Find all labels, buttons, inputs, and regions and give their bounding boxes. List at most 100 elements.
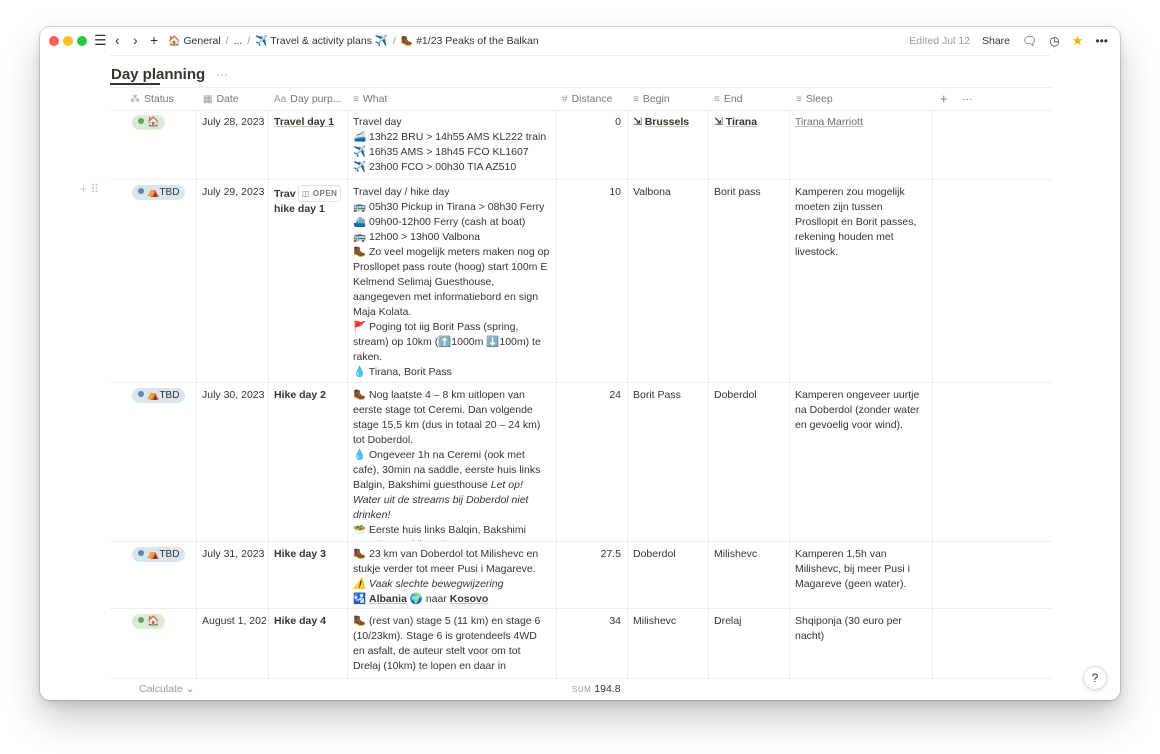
breadcrumb-item-general[interactable]: 🏠 General xyxy=(168,35,221,47)
what-cell[interactable]: Travel day 🚄 13h22 BRU > 14h55 AMS KL222… xyxy=(347,110,556,179)
end-cell[interactable]: ⇲ Tirana xyxy=(708,110,789,179)
end-link[interactable]: Tirana xyxy=(726,116,757,128)
airplane-icon: ✈️ xyxy=(255,36,268,47)
sleep-cell[interactable]: Shqiponja (30 euro per nacht) xyxy=(789,609,932,678)
table-footer: Calculate ⌄ SUM 194.8 xyxy=(110,678,1052,699)
end-cell[interactable]: Doberdol xyxy=(708,383,789,541)
end-cell[interactable]: Milishevc xyxy=(708,542,789,608)
status-cell[interactable]: ⛺TBD xyxy=(126,542,198,608)
column-header-date[interactable]: ▦ Date xyxy=(203,88,263,110)
what-line: 🚌 12h00 > 13h00 Valbona xyxy=(353,231,481,243)
comments-icon[interactable]: 🗨 xyxy=(1022,34,1037,48)
purpose-cell[interactable]: Travel day 1 xyxy=(268,110,347,179)
purpose-cell[interactable]: Hike day 4 xyxy=(268,609,347,678)
share-button[interactable]: Share xyxy=(982,35,1010,47)
albania-link[interactable]: Albania xyxy=(369,593,407,605)
help-button[interactable]: ? xyxy=(1083,666,1107,690)
column-header-end[interactable]: ≡ End xyxy=(714,88,784,110)
begin-link[interactable]: Brussels xyxy=(645,116,689,128)
back-arrow-icon[interactable]: ‹ xyxy=(115,32,120,48)
table-row[interactable]: ⛺TBD July 29, 2023 Travel day 1◫ OPEN hi… xyxy=(110,180,1052,383)
distance-sum[interactable]: SUM 194.8 xyxy=(572,683,621,695)
table-row[interactable]: ⛺TBD July 30, 2023 Hike day 2 🥾 Nog laat… xyxy=(110,383,1052,542)
breadcrumb-item-travel[interactable]: ✈️ Travel & activity plans ✈️ xyxy=(255,35,388,47)
distance-cell[interactable]: 24 xyxy=(556,383,627,541)
zoom-window-button[interactable] xyxy=(77,36,87,46)
column-header-day-purpose[interactable]: Aa Day purp... xyxy=(274,88,344,110)
begin-cell[interactable]: Valbona xyxy=(627,180,708,382)
forward-arrow-icon[interactable]: › xyxy=(133,32,138,48)
column-label: Distance xyxy=(571,93,613,105)
begin-cell[interactable]: Doberdol xyxy=(627,542,708,608)
status-cell[interactable]: ⛺TBD xyxy=(126,180,198,382)
distance-cell[interactable]: 27.5 xyxy=(556,542,627,608)
view-title[interactable]: Day planning xyxy=(111,66,205,83)
new-page-plus-icon[interactable]: + xyxy=(150,32,158,48)
column-header-what[interactable]: ≡ What xyxy=(353,88,543,110)
row-drag-handle-icon[interactable]: + ⠿ xyxy=(80,182,99,196)
purpose-cell[interactable]: Hike day 3 xyxy=(268,542,347,608)
open-peek-button[interactable]: ◫ OPEN xyxy=(298,185,342,202)
what-line: 💧 Tirana, Borit Pass xyxy=(353,366,452,378)
status-cell[interactable]: 🏠 xyxy=(126,110,198,179)
close-window-button[interactable] xyxy=(49,36,59,46)
purpose-cell[interactable]: Hike day 2 xyxy=(268,383,347,541)
begin-cell[interactable]: Milishevc xyxy=(627,609,708,678)
purpose-line: hike day 1 xyxy=(274,203,325,215)
date-cell[interactable]: July 30, 2023 xyxy=(196,383,268,541)
updates-clock-icon[interactable]: ◷ xyxy=(1049,34,1059,48)
column-header-status[interactable]: ⁂ Status xyxy=(130,88,194,110)
table-row[interactable]: 🏠 August 1, 2023 Hike day 4 🥾 (rest van)… xyxy=(110,609,1052,678)
what-cell[interactable]: Travel day / hike day 🚌 05h30 Pickup in … xyxy=(347,180,556,382)
active-view-underline xyxy=(110,83,160,85)
breadcrumb-item-peaks[interactable]: 🥾 #1/23 Peaks of the Balkan xyxy=(401,35,539,47)
begin-cell[interactable]: Borit Pass xyxy=(627,383,708,541)
page-title-link[interactable]: Travel day 1 xyxy=(274,116,334,128)
sleep-cell[interactable]: Kamperen zou mogelijk moeten zijn tussen… xyxy=(789,180,932,382)
breadcrumb-item-ellipsis[interactable]: ... xyxy=(234,35,243,47)
status-cell[interactable]: 🏠 xyxy=(126,609,198,678)
calculate-dropdown[interactable]: Calculate ⌄ xyxy=(139,683,195,695)
breadcrumb-separator: / xyxy=(225,35,229,47)
more-options-icon[interactable]: ••• xyxy=(1095,34,1108,48)
view-more-icon[interactable]: ··· xyxy=(216,67,228,81)
column-header-begin[interactable]: ≡ Begin xyxy=(633,88,703,110)
sidebar-menu-icon[interactable]: ☰ xyxy=(94,32,107,48)
sleep-link[interactable]: Tirana Marriott xyxy=(795,116,863,128)
status-dot xyxy=(138,118,144,124)
date-cell[interactable]: July 29, 2023 xyxy=(196,180,268,382)
begin-cell[interactable]: ⇲ Brussels xyxy=(627,110,708,179)
sleep-cell[interactable]: Kamperen 1,5h van Milishevc, bij meer Pu… xyxy=(789,542,932,608)
what-cell[interactable]: 🥾 (rest van) stage 5 (11 km) en stage 6 … xyxy=(347,609,556,678)
minimize-window-button[interactable] xyxy=(63,36,73,46)
what-line: 🥗 Eerste huis links Balqin, Bakshimi gue… xyxy=(353,524,526,541)
table-row[interactable]: ⛺TBD July 31, 2023 Hike day 3 🥾 23 km va… xyxy=(110,542,1052,609)
column-header-sleep[interactable]: ≡ Sleep xyxy=(796,88,926,110)
end-cell[interactable]: Drelaj xyxy=(708,609,789,678)
status-cell[interactable]: ⛺TBD xyxy=(126,383,198,541)
status-badge: 🏠 xyxy=(132,614,166,629)
column-header-distance[interactable]: # Distance xyxy=(562,88,632,110)
date-cell[interactable]: July 31, 2023 xyxy=(196,542,268,608)
what-line: ⚠️ Vaak slechte bewegwijzering xyxy=(353,578,504,590)
end-cell[interactable]: Borit pass xyxy=(708,180,789,382)
column-more-icon[interactable]: ··· xyxy=(962,88,982,110)
distance-cell[interactable]: 34 xyxy=(556,609,627,678)
what-line: Travel day xyxy=(353,116,402,128)
distance-cell[interactable]: 10 xyxy=(556,180,627,382)
distance-cell[interactable]: 0 xyxy=(556,110,627,179)
what-cell[interactable]: 🥾 Nog laatste 4 – 8 km uitlopen van eers… xyxy=(347,383,556,541)
topbar-divider xyxy=(110,55,1050,56)
date-cell[interactable]: August 1, 2023 xyxy=(196,609,266,678)
what-line: 🥾 23 km van Doberdol tot Milishevc en st… xyxy=(353,548,539,575)
status-label: ⛺TBD xyxy=(147,549,180,560)
sleep-cell[interactable]: Tirana Marriott xyxy=(789,110,932,179)
table-row[interactable]: 🏠 July 28, 2023 Travel day 1 Travel day … xyxy=(110,110,1052,180)
favorite-star-icon[interactable]: ★ xyxy=(1072,33,1084,49)
kosovo-link[interactable]: Kosovo xyxy=(450,593,489,605)
date-cell[interactable]: July 28, 2023 xyxy=(196,110,268,179)
add-column-button[interactable]: + xyxy=(940,88,954,110)
purpose-cell[interactable]: Travel day 1◫ OPEN hike day 1 xyxy=(268,180,347,382)
what-cell[interactable]: 🥾 23 km van Doberdol tot Milishevc en st… xyxy=(347,542,556,608)
sleep-cell[interactable]: Kamperen ongeveer uurtje na Doberdol (zo… xyxy=(789,383,932,541)
